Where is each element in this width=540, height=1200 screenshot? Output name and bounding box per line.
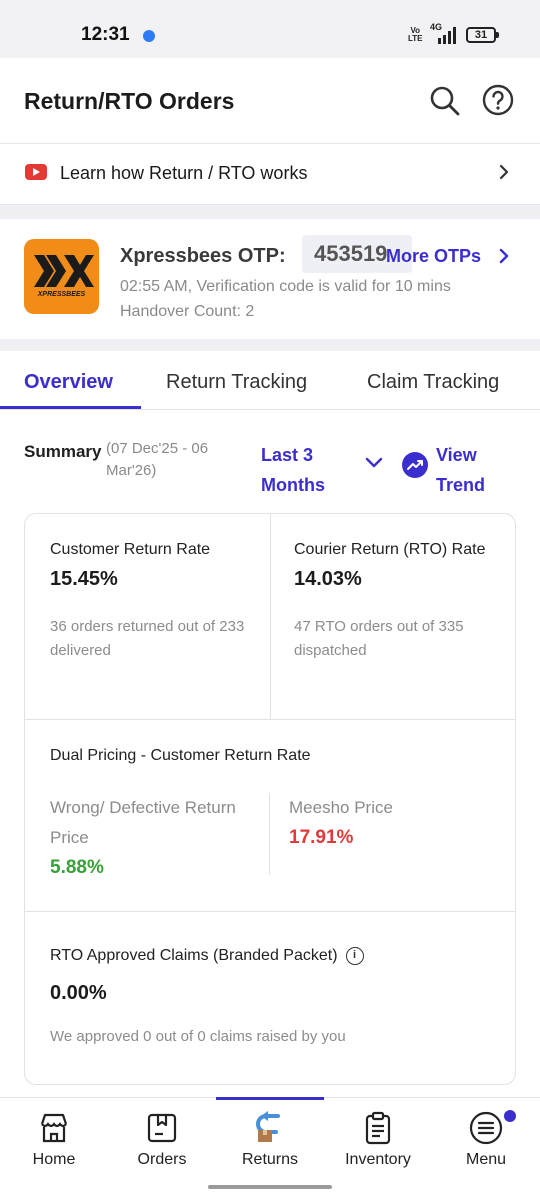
battery-icon: 31 — [466, 27, 499, 43]
nav-home[interactable]: Home — [0, 1098, 108, 1178]
meesho-price-value: 17.91% — [289, 827, 354, 848]
chevron-right-icon[interactable] — [497, 247, 511, 265]
tab-bar: Overview Return Tracking Claim Tracking — [0, 351, 540, 410]
trend-icon[interactable] — [402, 452, 428, 478]
divider — [269, 793, 270, 875]
view-trend-link[interactable]: View Trend — [436, 440, 506, 500]
claims-note: We approved 0 out of 0 claims raised by … — [50, 1028, 346, 1045]
tab-return-tracking[interactable]: Return Tracking — [166, 371, 307, 394]
menu-icon — [468, 1110, 504, 1146]
nav-orders[interactable]: Orders — [108, 1098, 216, 1178]
volte-indicator: Vo LTE — [408, 26, 423, 43]
page-title: Return/RTO Orders — [24, 88, 235, 114]
help-icon[interactable] — [482, 84, 514, 116]
courier-return-title: Courier Return (RTO) Rate — [294, 541, 486, 558]
inventory-icon — [360, 1110, 396, 1146]
summary-row: Summary (07 Dec'25 - 06 Mar'26) Last 3 M… — [0, 420, 540, 510]
section-gap — [0, 339, 540, 351]
status-bar: 12:31 Vo LTE 4G 31 — [0, 0, 540, 58]
home-indicator[interactable] — [208, 1185, 332, 1189]
orders-icon — [144, 1110, 180, 1146]
learn-banner-label: Learn how Return / RTO works — [60, 163, 308, 183]
divider — [25, 911, 515, 912]
wrong-defective-cell: Wrong/ Defective Return Price 5.88% — [50, 793, 250, 879]
meesho-price-cell: Meesho Price 17.91% — [289, 793, 489, 849]
customer-return-title: Customer Return Rate — [50, 541, 211, 558]
claims-title-row: RTO Approved Claims (Branded Packet) i — [50, 944, 490, 968]
tab-claim-tracking[interactable]: Claim Tracking — [367, 371, 499, 394]
customer-return-note: 36 orders returned out of 233 delivered — [50, 618, 245, 659]
battery-level: 31 — [474, 29, 488, 41]
returns-icon — [252, 1110, 288, 1146]
dual-pricing-cell: Dual Pricing - Customer Return Rate — [50, 744, 490, 768]
nav-returns[interactable]: Returns — [216, 1098, 324, 1178]
courier-return-note: 47 RTO orders out of 335 dispatched — [294, 618, 464, 659]
info-icon[interactable]: i — [345, 946, 364, 965]
notification-dot-icon — [143, 30, 155, 42]
wrong-defective-value: 5.88% — [50, 857, 104, 878]
wrong-defective-label: Wrong/ Defective Return Price — [50, 798, 236, 847]
courier-otp-section: XPRESSBEES Xpressbees OTP: 453519 More O… — [0, 219, 540, 349]
xpressbees-logo: XPRESSBEES — [24, 239, 99, 314]
chevron-down-icon[interactable] — [364, 456, 384, 470]
summary-label: Summary — [24, 442, 102, 461]
nav-orders-label: Orders — [137, 1151, 187, 1168]
period-dropdown[interactable]: Last 3 Months — [261, 440, 351, 500]
divider — [25, 719, 515, 720]
courier-return-cell: Courier Return (RTO) Rate 14.03% 47 RTO … — [294, 538, 499, 663]
nav-home-label: Home — [32, 1151, 76, 1168]
customer-return-cell: Customer Return Rate 15.45% 36 orders re… — [50, 538, 270, 663]
more-otps-link[interactable]: More OTPs — [386, 246, 481, 267]
tab-overview[interactable]: Overview — [24, 371, 113, 394]
otp-validity: 02:55 AM, Verification code is valid for… — [120, 278, 451, 295]
nav-inventory[interactable]: Inventory — [324, 1098, 432, 1178]
nav-inventory-label: Inventory — [345, 1151, 411, 1168]
divider — [270, 514, 271, 719]
summary-date-range: (07 Dec'25 - 06 Mar'26) — [106, 440, 209, 479]
store-icon — [36, 1110, 72, 1146]
meesho-price-label: Meesho Price — [289, 798, 393, 817]
search-icon[interactable] — [428, 84, 462, 118]
metrics-card: Customer Return Rate 15.45% 36 orders re… — [24, 513, 516, 1085]
app-header: Return/RTO Orders — [0, 58, 540, 144]
claims-value: 0.00% — [50, 982, 107, 1004]
nav-returns-label: Returns — [241, 1151, 299, 1168]
courier-otp-label: Xpressbees OTP: — [120, 245, 286, 267]
chevron-right-icon — [497, 163, 511, 181]
nav-menu[interactable]: Menu — [432, 1098, 540, 1178]
status-time: 12:31 — [81, 24, 130, 45]
claims-cell: RTO Approved Claims (Branded Packet) i 0.… — [50, 944, 490, 1049]
active-tab-indicator — [0, 406, 141, 409]
claims-title: RTO Approved Claims (Branded Packet) — [50, 947, 338, 964]
youtube-icon — [25, 164, 47, 180]
nav-menu-label: Menu — [465, 1151, 507, 1168]
dual-pricing-title: Dual Pricing - Customer Return Rate — [50, 747, 311, 764]
learn-banner[interactable]: Learn how Return / RTO works — [0, 145, 540, 205]
courier-return-value: 14.03% — [294, 568, 362, 590]
handover-count: Handover Count: 2 — [120, 303, 255, 320]
section-gap — [0, 205, 540, 219]
notification-badge — [504, 1110, 516, 1122]
customer-return-value: 15.45% — [50, 568, 118, 590]
logo-text: XPRESSBEES — [37, 291, 86, 298]
